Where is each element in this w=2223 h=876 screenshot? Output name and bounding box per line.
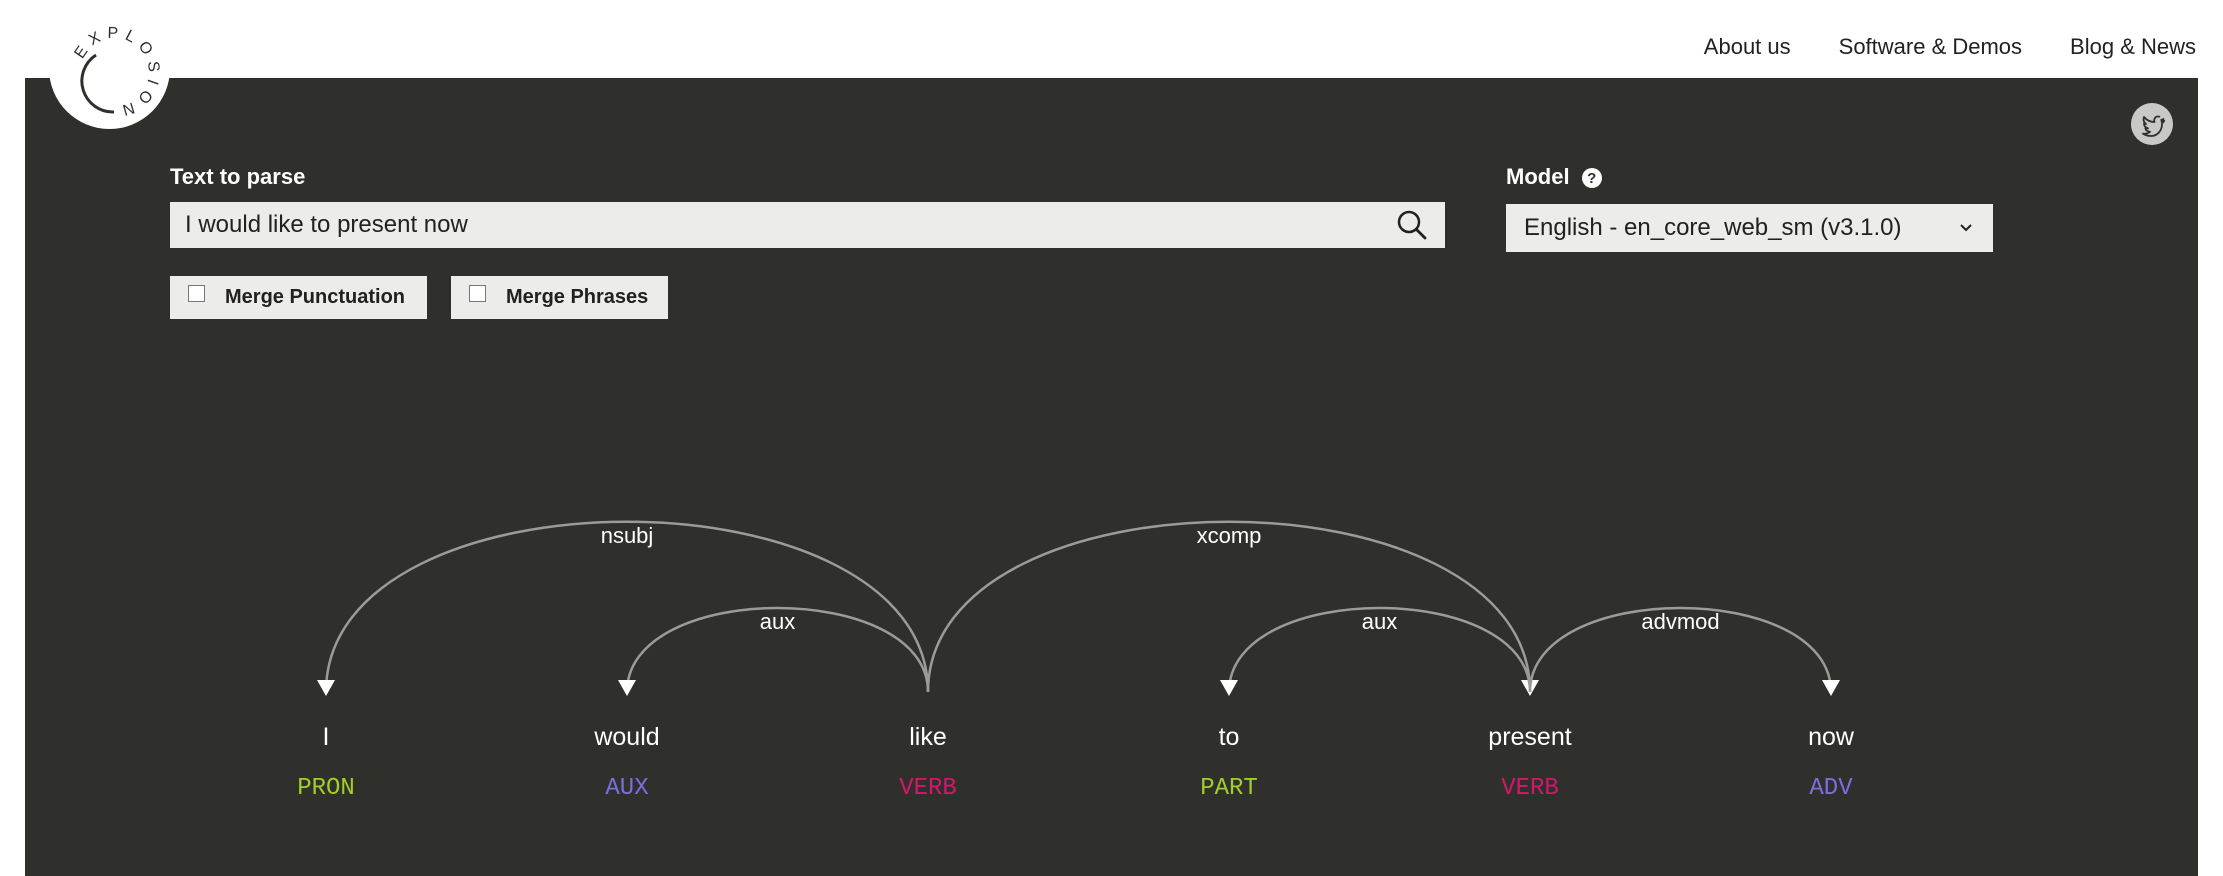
token-to: to PART: [1200, 723, 1258, 802]
arc-arrowhead: [1220, 680, 1238, 696]
token-text: present: [1488, 723, 1571, 751]
logo-icon: EXPLOSION: [71, 25, 162, 120]
token-text: I: [323, 723, 330, 751]
arc-arrowhead: [317, 680, 335, 696]
token-text: now: [1808, 723, 1855, 751]
token-text: like: [909, 723, 947, 751]
arc-label: nsubj: [601, 523, 654, 548]
twitter-button[interactable]: [2131, 103, 2173, 145]
arc-arrowhead: [618, 680, 636, 696]
token-text: would: [593, 723, 659, 751]
explosion-logo[interactable]: EXPLOSION: [49, 8, 170, 129]
token-pos-tag: ADV: [1809, 775, 1853, 802]
token-pos-tag: AUX: [605, 775, 648, 802]
token-pos-tag: PART: [1200, 775, 1258, 802]
dependency-arc-aux: aux: [1220, 606, 1532, 696]
arc-arrowhead: [1822, 680, 1840, 696]
dependency-arc-aux: aux: [618, 606, 930, 696]
dependency-parse: nsubj aux xcomp aux advmod I PRON would AUX like V…: [297, 520, 1855, 802]
token-pos-tag: PRON: [297, 775, 355, 802]
token-now: now ADV: [1808, 723, 1855, 802]
twitter-icon: [2142, 115, 2166, 137]
svg-text:EXPLOSION: EXPLOSION: [71, 25, 162, 120]
arc-label: xcomp: [1197, 523, 1262, 548]
dependency-arc-nsubj: nsubj: [317, 520, 930, 696]
token-pos-tag: VERB: [1501, 775, 1559, 802]
token-present: present VERB: [1488, 723, 1571, 802]
arc-label: aux: [760, 609, 795, 634]
arc-label: advmod: [1641, 609, 1719, 634]
dependency-arc-advmod: advmod: [1528, 606, 1840, 696]
token-like: like VERB: [899, 723, 957, 802]
token-would: would AUX: [593, 723, 659, 802]
token-text: to: [1219, 723, 1240, 751]
arc-label: aux: [1362, 609, 1397, 634]
token-I: I PRON: [297, 723, 355, 802]
token-pos-tag: VERB: [899, 775, 957, 802]
logo-text: EXPLOSION: [71, 25, 156, 120]
